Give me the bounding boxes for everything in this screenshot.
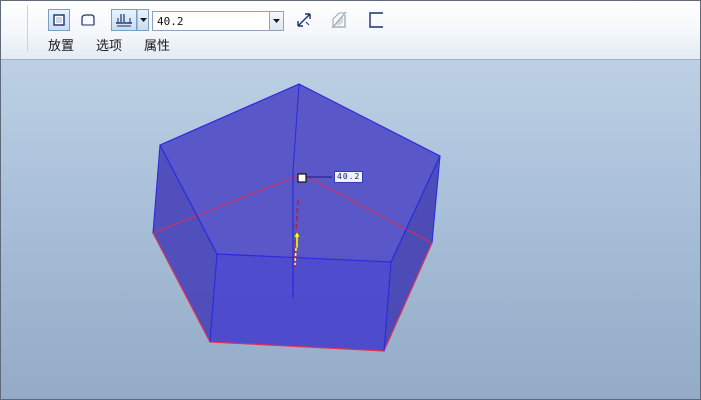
side-face-front — [210, 254, 391, 351]
depth-dimension-label[interactable]: 40.2 — [334, 171, 364, 183]
depth-value-dropdown[interactable] — [269, 11, 284, 31]
app-frame: 放置 选项 属性 — [0, 0, 701, 400]
depth-blind-button[interactable] — [111, 9, 137, 31]
blind-depth-icon — [116, 14, 132, 27]
tab-options[interactable]: 选项 — [96, 39, 122, 55]
depth-value-input[interactable] — [152, 11, 269, 31]
surface-extrude-icon — [81, 14, 95, 26]
depth-drag-handle[interactable] — [297, 173, 307, 183]
flip-direction-icon — [297, 13, 311, 27]
chevron-down-icon — [273, 18, 280, 23]
remove-material-button[interactable] — [328, 9, 350, 31]
dashboard-divider — [27, 5, 28, 51]
solid-extrude-icon — [53, 14, 65, 26]
extrude-preview[interactable] — [1, 60, 700, 399]
graphics-viewport[interactable]: 40.2 — [1, 60, 700, 399]
thicken-sketch-icon — [369, 12, 383, 28]
tab-properties[interactable]: 属性 — [144, 39, 170, 55]
chevron-down-icon — [139, 17, 147, 22]
flip-direction-button[interactable] — [293, 9, 315, 31]
solid-extrude-button[interactable] — [48, 9, 70, 31]
thicken-sketch-button[interactable] — [365, 9, 387, 31]
depth-options-dropdown[interactable] — [137, 9, 149, 31]
remove-material-icon — [331, 11, 347, 29]
surface-extrude-button[interactable] — [77, 9, 99, 31]
extrude-dashboard: 放置 选项 属性 — [1, 1, 700, 60]
tab-placement[interactable]: 放置 — [48, 39, 74, 55]
